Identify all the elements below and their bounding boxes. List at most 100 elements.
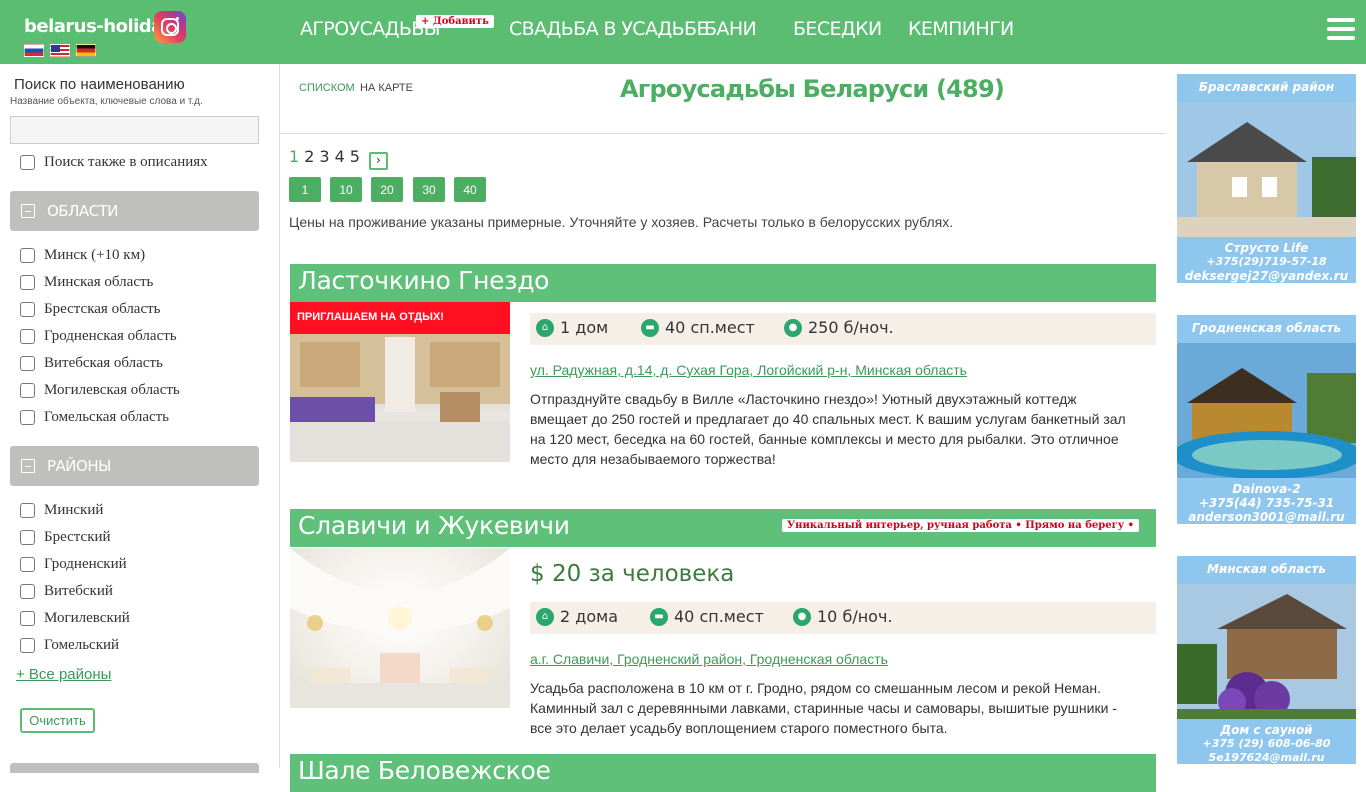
price-notice: Цены на проживание указаны примерные. Ут… [289,214,954,230]
listing-address-link[interactable]: а.г. Славичи, Гродненский район, Гроднен… [530,651,888,667]
regions-panel-header[interactable]: ОБЛАСТИ [10,191,259,231]
search-title: Поиск по наименованию [14,76,185,93]
region-option[interactable]: Брестская область [20,299,161,319]
page-link[interactable]: 2 [304,147,314,166]
ads-column: Браславский район Струсто Life +375(29)7… [1166,64,1366,768]
region-option[interactable]: Гродненская область [20,326,177,346]
all-districts-link[interactable]: + Все районы [16,666,111,683]
add-listing-badge[interactable]: + Добавить [416,15,494,28]
district-option[interactable]: Могилевский [20,608,130,628]
listing-title[interactable]: Славичи и Жукевичи [298,511,570,540]
listing-price: $ 20 за человека [530,561,735,587]
ad-region: Браславский район [1177,74,1356,102]
flag-en-icon[interactable] [50,44,70,57]
checkbox[interactable] [20,247,35,263]
page-link[interactable]: 4 [335,147,345,166]
next-panel-header[interactable] [10,763,259,773]
district-option[interactable]: Гродненский [20,554,127,574]
per-page-button[interactable]: 1 [289,177,321,202]
per-page-button[interactable]: 30 [413,177,445,202]
listing-description: Усадьба расположена в 10 км от г. Гродно… [530,680,1117,736]
region-option[interactable]: Минск (+10 км) [20,245,145,265]
bed-icon: ▬ [650,607,668,626]
checkbox[interactable] [20,409,35,425]
checkbox[interactable] [20,328,35,344]
district-option[interactable]: Брестский [20,527,111,547]
checkbox[interactable] [20,301,35,317]
district-option[interactable]: Витебский [20,581,113,601]
districts-panel-header[interactable]: РАЙОНЫ [10,446,259,486]
pool-photo [1177,343,1356,478]
checkbox[interactable] [20,502,35,518]
per-page-button[interactable]: 10 [330,177,362,202]
people-icon: ● [793,607,811,626]
district-option[interactable]: Минский [20,500,103,520]
listing-title[interactable]: Ласточкино Гнездо [298,266,549,295]
listing-address-link[interactable]: ул. Радужная, д.14, д. Сухая Гора, Логой… [530,362,967,378]
listing-photo[interactable]: ПРИГЛАШАЕМ НА ОТДЫХ! [290,302,510,462]
collapse-icon[interactable] [21,204,35,218]
listing-photo[interactable] [290,548,510,708]
region-option[interactable]: Минская область [20,272,153,292]
view-list-tab[interactable]: СПИСКОМ [299,82,355,94]
search-subtitle: Название объекта, ключевые слова и т.д. [10,96,203,107]
listing-stats: ⌂ 1 дом ▬ 40 сп.мест ● 250 б/ноч. [530,313,1156,345]
page-title: Агроусадьбы Беларуси (489) [620,75,1005,103]
checkbox[interactable] [20,610,35,626]
nav-gazebos[interactable]: Беседки [793,18,882,40]
top-header: belarus-holiday Агроусадьбы + Добавить С… [0,0,1366,64]
checkbox[interactable] [20,382,35,398]
filter-sidebar: Поиск по наименованию Название объекта, … [0,64,280,773]
per-page-button[interactable]: 40 [454,177,486,202]
ad-banner[interactable]: Браславский район Струсто Life +375(29)7… [1177,74,1356,283]
nav-wedding[interactable]: Свадьба в усадьбе [509,18,708,40]
ad-banner[interactable]: Гродненская область Dainova-2 +375(44) 7… [1177,315,1356,524]
listing-stats: ⌂ 2 дома ▬ 40 сп.мест ● 10 б/ноч. [530,602,1156,634]
ad-region: Минская область [1177,556,1356,584]
region-option[interactable]: Гомельская область [20,407,169,427]
checkbox[interactable] [20,556,35,572]
listing-header[interactable]: Шале Беловежское [290,754,1156,792]
ad-region: Гродненская область [1177,315,1356,343]
page-link[interactable]: 1 [289,147,299,166]
site-logo[interactable]: belarus-holiday [24,16,174,37]
collapse-icon[interactable] [21,459,35,473]
pagination: 1 2 3 4 5 › [289,147,388,170]
flag-ru-icon[interactable] [24,44,44,57]
listing-title[interactable]: Шале Беловежское [298,756,551,785]
region-option[interactable]: Могилевская область [20,380,180,400]
listing-header[interactable]: Ласточкино Гнездо [290,264,1156,302]
clear-filters-button[interactable]: Очистить [20,708,95,733]
checkbox[interactable] [20,583,35,599]
sauna-house-photo [1177,584,1356,719]
search-input[interactable] [10,116,259,144]
listing-header[interactable]: Славичи и Жукевичи Уникальный интерьер, … [290,509,1156,547]
bed-icon: ▬ [641,318,659,337]
checkbox[interactable] [20,529,35,545]
page-link[interactable]: 3 [319,147,329,166]
nav-camping[interactable]: Кемпинги [908,18,1014,40]
flag-de-icon[interactable] [76,44,96,57]
nav-baths[interactable]: Бани [704,18,757,40]
checkbox[interactable] [20,355,35,371]
promo-badge: ПРИГЛАШАЕМ НА ОТДЫХ! [290,302,510,334]
page-link[interactable]: 5 [350,147,360,166]
search-descriptions-option[interactable]: Поиск также в описаниях [20,152,208,172]
people-icon: ● [784,318,802,337]
language-switcher [24,44,102,62]
listing-tags: Уникальный интерьер, ручная работа • Пря… [782,519,1139,532]
ad-banner[interactable]: Минская область Дом с сауной +375 (29) 6… [1177,556,1356,764]
house-photo [1177,102,1356,237]
view-map-tab[interactable]: НА КАРТЕ [360,82,413,94]
district-option[interactable]: Гомельский [20,635,119,655]
checkbox[interactable] [20,637,35,653]
instagram-icon[interactable] [154,11,186,43]
per-page-button[interactable]: 20 [371,177,403,202]
region-option[interactable]: Витебская область [20,353,163,373]
next-page-button[interactable]: › [368,152,388,170]
checkbox[interactable] [20,274,35,290]
listing-main: СПИСКОМ НА КАРТЕ Агроусадьбы Беларуси (4… [280,64,1166,792]
listing-description: Отпразднуйте свадьбу в Вилле «Ласточкино… [530,391,1126,467]
menu-icon[interactable] [1327,18,1355,42]
checkbox[interactable] [20,154,35,170]
